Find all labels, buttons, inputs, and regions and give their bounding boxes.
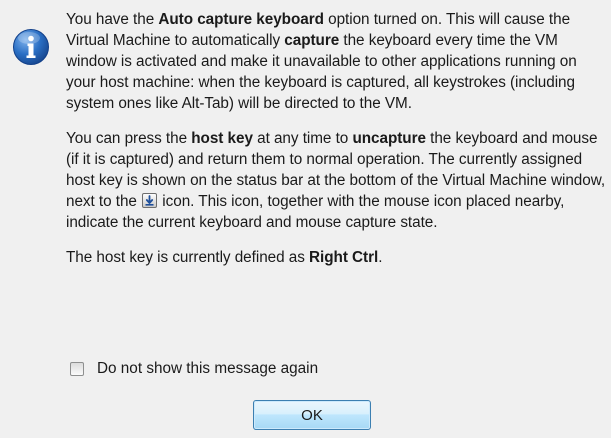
text: . [378, 249, 383, 266]
bold-text: capture [284, 32, 340, 49]
paragraph-auto-capture: You have the Auto capture keyboard optio… [66, 9, 606, 114]
text: The host key is currently defined as [66, 249, 310, 266]
text: You can press the [66, 130, 192, 147]
host-key-value: Right Ctrl [309, 249, 379, 266]
bold-text: uncapture [352, 130, 426, 147]
checkbox-label: Do not show this message again [97, 360, 319, 377]
do-not-show-again-option[interactable]: Do not show this message again [70, 360, 318, 378]
info-icon [13, 29, 49, 65]
bold-text: Auto capture keyboard [158, 11, 324, 28]
message-dialog: You have the Auto capture keyboard optio… [0, 0, 611, 438]
do-not-show-again-checkbox[interactable] [70, 362, 84, 376]
keyboard-capture-icon [142, 193, 158, 208]
paragraph-host-key: You can press the host key at any time t… [66, 128, 606, 233]
bold-text: host key [191, 130, 253, 147]
paragraph-current-key: The host key is currently defined as Rig… [66, 247, 606, 268]
ok-button[interactable]: OK [253, 400, 371, 430]
message-text: You have the Auto capture keyboard optio… [66, 9, 606, 282]
text: You have the [66, 11, 159, 28]
text: at any time to [252, 130, 353, 147]
